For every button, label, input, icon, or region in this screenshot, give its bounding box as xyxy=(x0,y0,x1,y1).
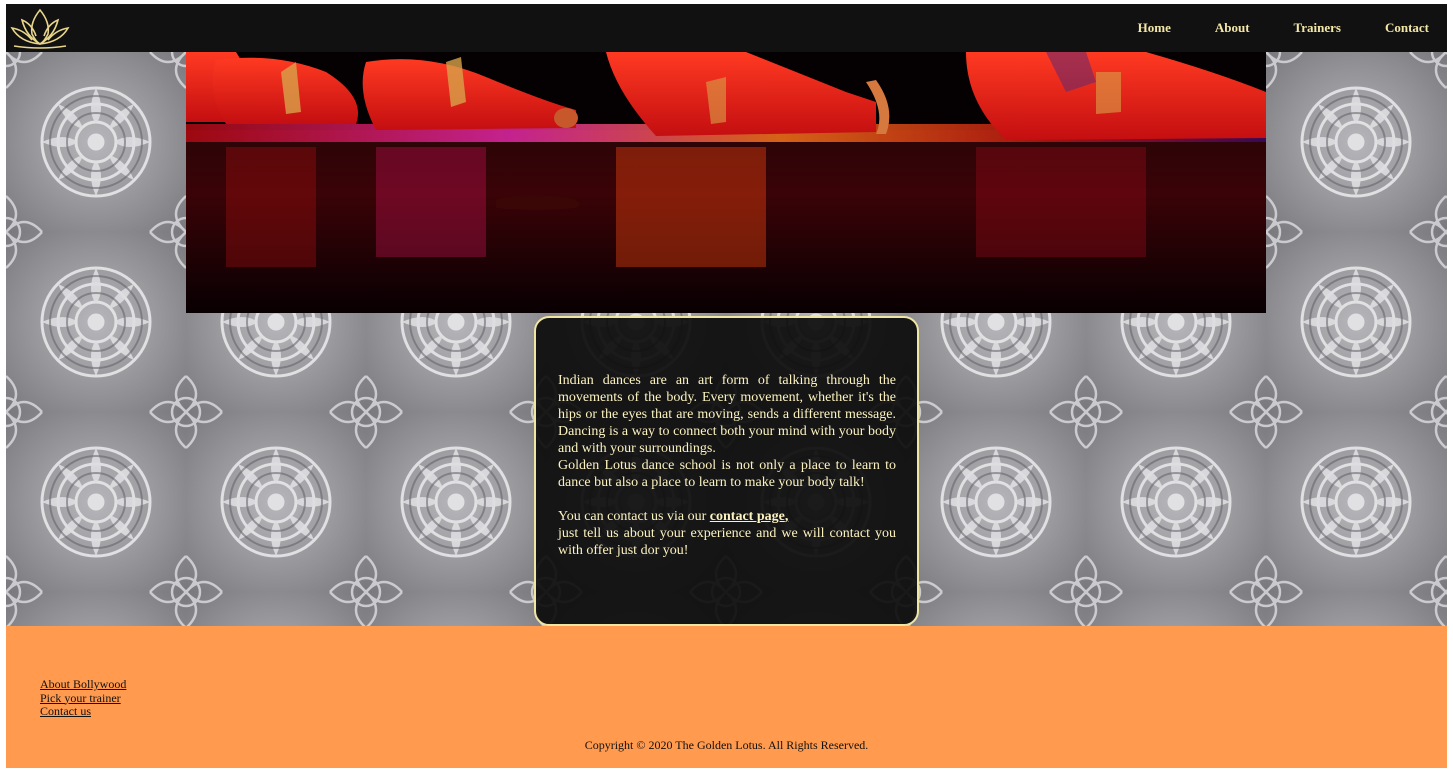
contact-prefix: You can contact us via our xyxy=(558,509,710,524)
contact-page-link[interactable]: contact page xyxy=(710,509,785,524)
info-card: Indian dances are an art form of talking… xyxy=(534,316,919,626)
copyright-text: Copyright © 2020 The Golden Lotus. All R… xyxy=(584,738,869,752)
school-paragraph: Golden Lotus dance school is not only a … xyxy=(558,458,896,490)
info-card-text: Indian dances are an art form of talking… xyxy=(558,372,896,559)
contact-paragraph: You can contact us via our contact page, xyxy=(558,508,896,525)
nav-home-link[interactable]: Home xyxy=(1116,20,1193,36)
nav-contact-link[interactable]: Contact xyxy=(1363,20,1447,36)
footer-links: About Bollywood Pick your trainer Contac… xyxy=(40,677,126,719)
footer-about-bollywood-link[interactable]: About Bollywood xyxy=(40,677,126,692)
contact-suffix: just tell us about your experience and w… xyxy=(558,526,896,558)
top-navbar: Home About Trainers Contact xyxy=(6,4,1447,52)
nav-links: Home About Trainers Contact xyxy=(1116,4,1447,52)
lotus-logo-icon[interactable] xyxy=(8,6,72,50)
contact-comma: , xyxy=(784,509,789,524)
intro-paragraph: Indian dances are an art form of talking… xyxy=(558,373,896,456)
footer-pick-trainer-link[interactable]: Pick your trainer xyxy=(40,691,126,706)
hero-image xyxy=(186,52,1266,313)
nav-about-link[interactable]: About xyxy=(1193,20,1272,36)
nav-trainers-link[interactable]: Trainers xyxy=(1272,20,1363,36)
dancers-stage-photo xyxy=(186,52,1266,313)
page-footer: About Bollywood Pick your trainer Contac… xyxy=(6,626,1447,768)
footer-contact-us-link[interactable]: Contact us xyxy=(40,704,126,719)
page-frame: Home About Trainers Contact Indian dance… xyxy=(6,4,1447,768)
